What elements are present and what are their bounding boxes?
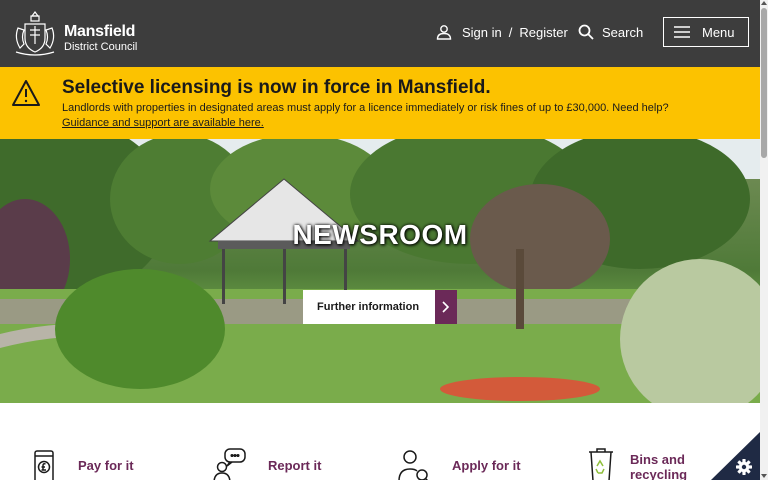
hero-title: NEWSROOM <box>292 219 468 250</box>
quick-link-label: Apply for it <box>452 457 521 473</box>
quick-link-label: Pay for it <box>78 457 134 473</box>
guidance-link[interactable]: Guidance and support are available here. <box>62 116 669 131</box>
search-icon <box>578 24 594 40</box>
search-button[interactable]: Search <box>578 24 643 40</box>
register-link[interactable]: Register <box>519 25 567 40</box>
quick-link-label: Report it <box>268 457 322 473</box>
cookie-settings-button[interactable] <box>711 432 760 480</box>
page-scrollbar[interactable] <box>760 0 768 480</box>
signin-separator: / <box>508 24 513 40</box>
search-label: Search <box>602 24 644 40</box>
phone-pound-icon <box>34 450 54 480</box>
quick-links: Pay for it Report it Apply for it Bins a… <box>0 403 760 480</box>
menu-button[interactable]: Menu <box>663 17 749 47</box>
scroll-down-arrow[interactable] <box>761 474 767 478</box>
person-speech-icon <box>213 448 246 480</box>
alert-title: Selective licensing is now in force in M… <box>62 77 491 98</box>
scroll-up-arrow[interactable] <box>761 1 767 5</box>
quick-link-label-line1: Bins and <box>630 452 685 467</box>
alert-text: Landlords with properties in designated … <box>62 102 669 114</box>
further-information-label: Further information <box>317 301 420 313</box>
signin-register: Sign in / Register <box>436 24 568 40</box>
gear-icon <box>736 459 752 475</box>
hero-banner: NEWSROOM Further information <box>0 139 760 403</box>
quick-link-label-line2: recycling <box>630 467 688 480</box>
recycling-bin-icon <box>589 448 613 480</box>
menu-label: Menu <box>702 24 735 40</box>
logo-subtitle: District Council <box>64 41 138 53</box>
selective-licensing-alert: Selective licensing is now in force in M… <box>0 67 760 139</box>
further-information-button[interactable]: Further information <box>303 290 457 324</box>
user-icon <box>436 25 452 40</box>
alert-body: Landlords with properties in designated … <box>62 101 669 131</box>
quick-link-label: Bins and recycling <box>630 452 687 480</box>
logo-name: Mansfield <box>64 23 136 40</box>
scroll-thumb[interactable] <box>761 8 767 158</box>
chevron-right-icon <box>435 290 457 324</box>
council-name[interactable]: Mansfield District Council <box>64 24 137 53</box>
quick-link-apply[interactable]: Apply for it <box>396 447 521 480</box>
warning-triangle-icon <box>12 80 40 106</box>
hamburger-icon <box>674 26 690 38</box>
quick-link-pay[interactable]: Pay for it <box>30 447 134 480</box>
quick-link-report[interactable]: Report it <box>212 447 321 480</box>
signin-link[interactable]: Sign in <box>462 25 502 40</box>
park-bandstand-photo <box>0 139 760 403</box>
site-header: Mansfield District Council Sign in / Reg… <box>0 0 760 67</box>
person-search-icon <box>398 450 429 480</box>
council-crest-logo[interactable] <box>10 8 60 58</box>
quick-link-bins[interactable]: Bins and recycling <box>586 448 687 480</box>
